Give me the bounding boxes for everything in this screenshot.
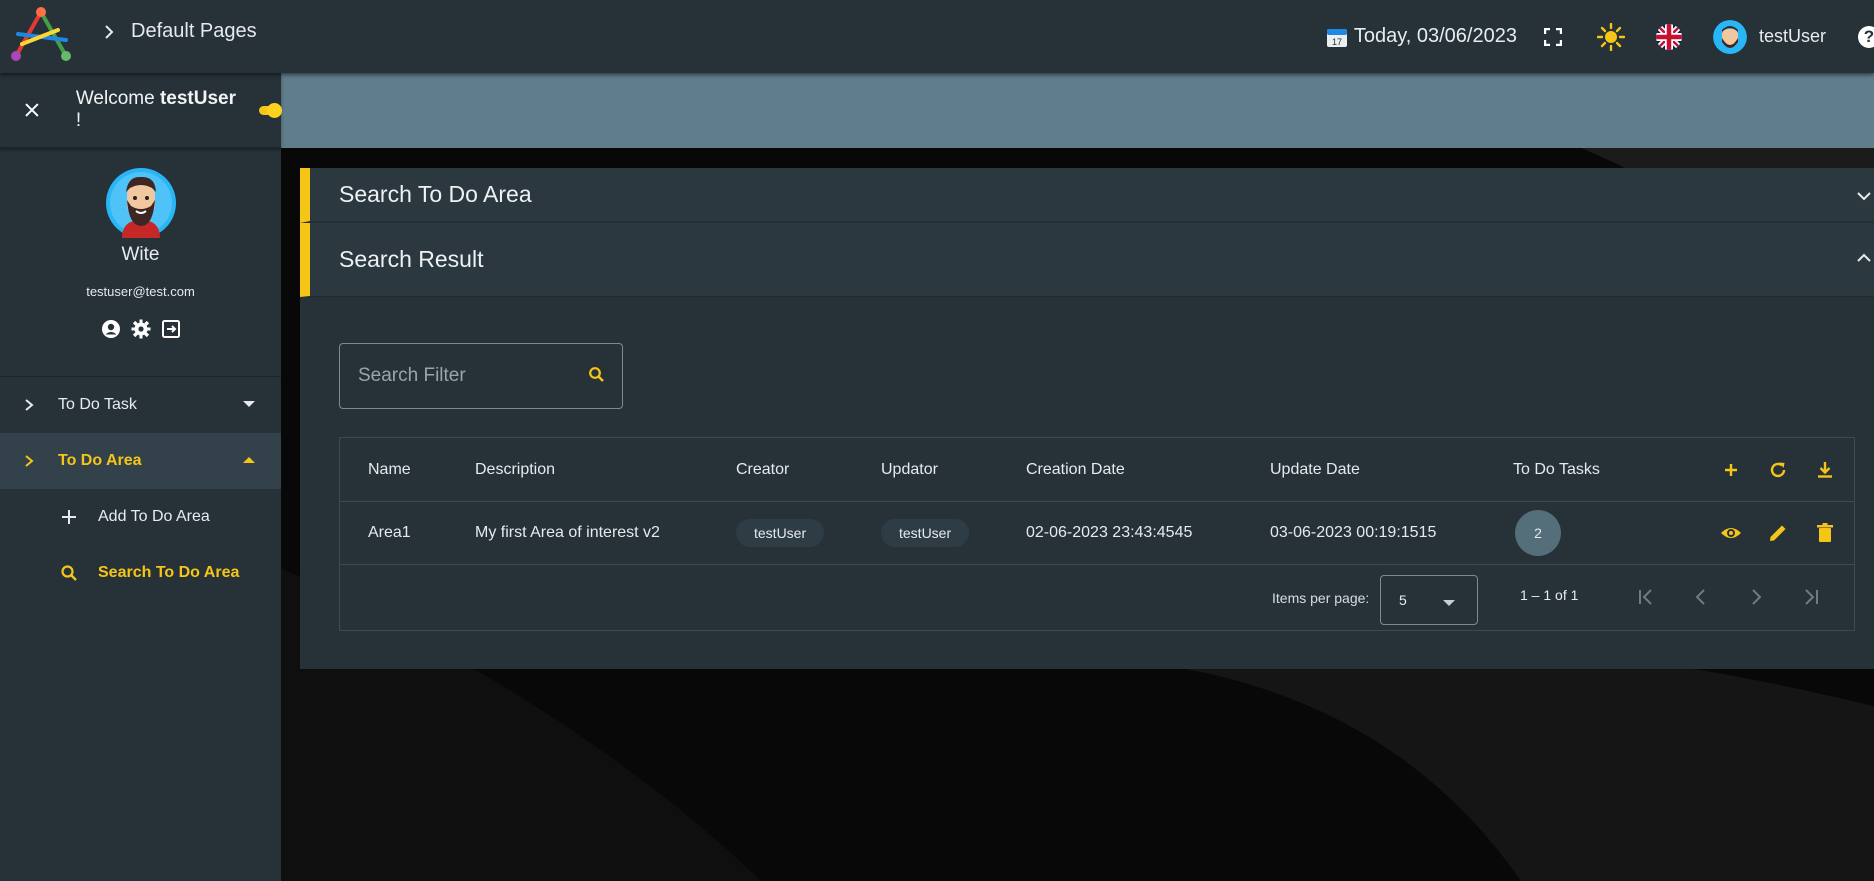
plus-icon [62, 510, 76, 524]
calendar-icon: 17 [1326, 28, 1347, 47]
avatar [1712, 19, 1747, 54]
welcome-prefix: Welcome [75, 88, 155, 109]
tasks-count-badge: 2 [1515, 510, 1561, 556]
breadcrumb-label: Default Pages [131, 20, 257, 42]
results-table: Name Description Creator Updator Creatio… [339, 437, 1855, 631]
profile-name: Wite [121, 244, 160, 265]
paginator: Items per page: 5 1 – 1 of 1 [340, 565, 1854, 631]
section-title: Search To Do Area [339, 181, 532, 207]
cell-creation-date: 02-06-2023 23:43:4545 [1026, 524, 1193, 541]
app-logo[interactable] [8, 4, 74, 64]
section-title: Search Result [339, 246, 484, 272]
username-label: testUser [1758, 26, 1826, 46]
chevron-down-icon [1857, 192, 1871, 201]
sidebar-item-label: To Do Area [58, 452, 142, 469]
table-header-row: Name Description Creator Updator Creatio… [340, 438, 1854, 502]
search-icon [61, 565, 77, 581]
cell-name: Area1 [368, 524, 411, 541]
svg-text:17: 17 [1332, 37, 1342, 47]
today-label: Today, 03/06/2023 [1353, 25, 1517, 47]
edit-pencil-icon[interactable] [1767, 522, 1789, 544]
welcome-suffix: ! [75, 110, 82, 131]
next-page-icon[interactable] [1745, 586, 1767, 608]
first-page-icon[interactable] [1635, 586, 1657, 608]
sidebar-item-to-do-area[interactable]: To Do Area [0, 433, 281, 489]
fullscreen-icon [1543, 27, 1562, 46]
download-icon[interactable] [1814, 459, 1836, 481]
cell-description: My first Area of interest v2 [475, 524, 660, 541]
search-filter-input[interactable] [358, 365, 568, 387]
section-search-header[interactable]: Search To Do Area [300, 168, 1874, 223]
search-icon[interactable] [588, 366, 606, 384]
today-date: 17 Today, 03/06/2023 [1326, 25, 1517, 48]
search-filter-field[interactable] [339, 343, 623, 409]
sidebar-header: Welcome testUser ! [0, 73, 283, 148]
table-row[interactable]: Area1 My first Area of interest v2 testU… [340, 502, 1854, 565]
view-eye-icon[interactable] [1720, 522, 1742, 544]
welcome-user: testUser [159, 88, 237, 109]
delete-trash-icon[interactable] [1814, 522, 1836, 544]
theme-toggle-button[interactable] [1596, 22, 1625, 51]
dropdown-arrow-icon [1443, 600, 1455, 606]
welcome-text: Welcome testUser ! [76, 88, 245, 132]
column-header-name[interactable]: Name [368, 461, 411, 479]
fullscreen-button[interactable] [1539, 23, 1567, 51]
sidebar: Welcome testUser ! Wite testuser@test.co… [0, 73, 283, 881]
sidebar-item-to-do-task[interactable]: To Do Task [0, 377, 281, 433]
items-per-page-label: Items per page: [1272, 590, 1370, 606]
last-page-icon[interactable] [1800, 586, 1822, 608]
column-header-update-date[interactable]: Update Date [1270, 461, 1360, 479]
profile-card: Wite testuser@test.com [0, 148, 281, 377]
column-header-to-do-tasks[interactable]: To Do Tasks [1513, 461, 1600, 479]
column-header-creation-date[interactable]: Creation Date [1026, 461, 1125, 479]
column-header-creator[interactable]: Creator [736, 461, 789, 479]
section-result-header[interactable]: Search Result [300, 223, 1874, 297]
cell-update-date: 03-06-2023 00:19:1515 [1270, 524, 1437, 541]
close-icon[interactable] [22, 100, 42, 120]
chevron-right-icon [105, 24, 114, 39]
settings-gear-icon[interactable] [131, 319, 151, 339]
profile-email: testuser@test.com [86, 284, 195, 299]
sidebar-pin-toggle[interactable] [259, 103, 283, 118]
uk-flag-icon [1655, 23, 1682, 50]
paginator-range: 1 – 1 of 1 [1520, 587, 1579, 603]
caret-down-icon [243, 401, 255, 407]
user-menu[interactable]: testUser [1712, 19, 1826, 54]
top-bar: Default Pages 17 Today, 03/06/2023 testU… [0, 0, 1874, 73]
chevron-up-icon [1857, 253, 1871, 262]
items-per-page-value: 5 [1399, 592, 1407, 608]
sidebar-subitem-search-to-do-area[interactable]: Search To Do Area [0, 545, 281, 601]
column-header-updator[interactable]: Updator [881, 461, 938, 479]
sidebar-item-label: To Do Task [58, 396, 137, 413]
account-circle-icon[interactable] [101, 319, 121, 339]
refresh-icon[interactable] [1767, 459, 1789, 481]
sidebar-subitem-add-to-do-area[interactable]: Add To Do Area [0, 489, 281, 545]
logout-icon[interactable] [161, 319, 181, 339]
chevron-right-icon [25, 399, 34, 411]
language-button[interactable] [1655, 23, 1683, 51]
items-per-page-select[interactable]: 5 [1380, 575, 1478, 625]
breadcrumb[interactable]: Default Pages [101, 20, 257, 43]
updator-chip: testUser [881, 519, 970, 547]
creator-chip: testUser [736, 519, 825, 547]
profile-avatar [105, 168, 176, 238]
add-icon[interactable] [1720, 459, 1742, 481]
previous-page-icon[interactable] [1690, 586, 1712, 608]
sun-icon [1596, 22, 1625, 51]
sidebar-subitem-label: Add To Do Area [98, 508, 210, 525]
column-header-description[interactable]: Description [475, 461, 555, 479]
help-icon[interactable]: ? [1858, 25, 1874, 48]
chevron-right-icon [25, 455, 34, 467]
page-header-band [281, 73, 1874, 148]
sidebar-subitem-label: Search To Do Area [98, 564, 240, 581]
search-panel: Search To Do Area Search Result Name Des… [300, 168, 1874, 669]
caret-up-icon [243, 457, 255, 463]
